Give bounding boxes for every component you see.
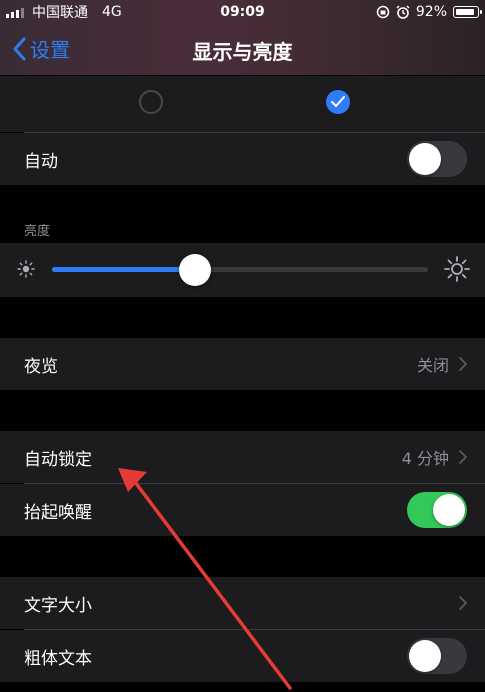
signal-icon [6, 6, 24, 18]
network-label: 4G [102, 4, 122, 20]
orientation-lock-icon [376, 5, 390, 19]
annotation-arrow [118, 468, 292, 690]
status-left: 中国联通 4G [6, 2, 122, 22]
battery-percent: 92% [415, 4, 447, 20]
status-right: 92% [376, 4, 482, 20]
alarm-icon [396, 5, 410, 19]
status-bar: 中国联通 4G 09:09 92% [0, 0, 485, 24]
carrier-label: 中国联通 [32, 5, 88, 21]
battery-icon [453, 6, 482, 18]
